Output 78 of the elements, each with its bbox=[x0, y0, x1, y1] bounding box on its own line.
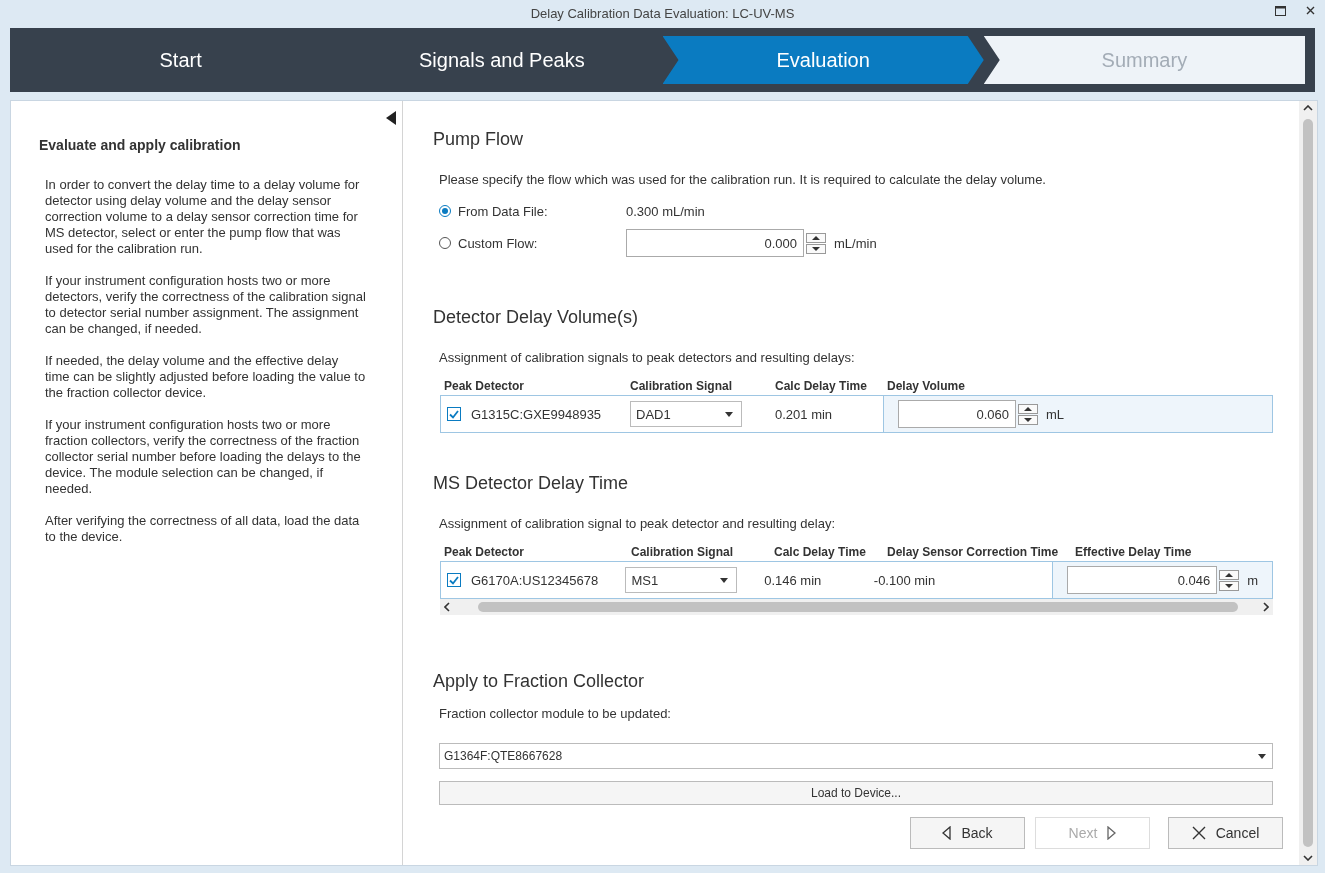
spin-up-button[interactable] bbox=[806, 232, 826, 243]
unit-label: m bbox=[1247, 572, 1258, 588]
table-cell: 0.146 min bbox=[764, 572, 822, 588]
spin-up-button[interactable] bbox=[1219, 569, 1240, 580]
close-icon bbox=[1191, 826, 1206, 840]
section-title: MS Detector Delay Time bbox=[433, 473, 630, 494]
signal-dropdown[interactable]: DAD1 bbox=[630, 401, 742, 427]
help-paragraph: In order to convert the delay time to a delay volume for detector using delay volume and the delay sensor correction volume to a delay sensor correction time for MS detector, select or enter the pump flow that was used for the calibration run. bbox=[45, 177, 361, 257]
radio-label: Custom Flow: bbox=[458, 235, 539, 251]
wizard-step[interactable]: Evaluation bbox=[662, 36, 984, 84]
checkbox[interactable] bbox=[447, 407, 461, 421]
dropdown-caret-icon bbox=[720, 577, 729, 583]
next-arrow-icon bbox=[1107, 826, 1117, 840]
spin-down-button[interactable] bbox=[1018, 414, 1038, 425]
cancel-button[interactable]: Cancel bbox=[1168, 817, 1283, 849]
column-header: Peak Detector bbox=[443, 379, 526, 393]
up-triangle-icon bbox=[811, 234, 821, 241]
help-title: Evaluate and apply calibration bbox=[39, 137, 242, 153]
wizard-step[interactable]: Signals and Peaks bbox=[341, 36, 663, 84]
section-title: Apply to Fraction Collector bbox=[433, 671, 646, 692]
spin-up-button[interactable] bbox=[1018, 403, 1038, 414]
window-title: Delay Calibration Data Evaluation: LC-UV-MS bbox=[530, 5, 795, 21]
help-paragraph: If your instrument configuration hosts two or more fraction collectors, verify the correctness of the fraction collector serial number before loading the delays to the device. The module selection can be changed, if needed. bbox=[45, 417, 362, 497]
wizard-step[interactable]: Start bbox=[20, 36, 342, 84]
unit-label: mL/min bbox=[834, 235, 877, 251]
back-button[interactable]: Back bbox=[910, 817, 1025, 849]
section-description: Please specify the flow which was used for the calibration run. It is required to calculate the delay volume. bbox=[439, 172, 1047, 187]
radio-label: From Data File: bbox=[458, 203, 549, 219]
section-description: Assignment of calibration signal to peak detector and resulting delay: bbox=[439, 516, 836, 531]
flow-value: 0.300 mL/min bbox=[626, 203, 705, 219]
horizontal-scrollbar[interactable] bbox=[440, 599, 1273, 615]
column-header: Delay Sensor Correction Time bbox=[886, 545, 1060, 559]
table-cell: 0.201 min bbox=[775, 406, 833, 422]
help-paragraph: If your instrument configuration hosts two or more detectors, verify the correctness of the calibration signal to detector serial number assignment. The assignment can be changed, if needed. bbox=[45, 273, 366, 337]
section-title: Pump Flow bbox=[433, 129, 525, 150]
scroll-down-icon[interactable] bbox=[1303, 855, 1313, 861]
down-triangle-icon bbox=[811, 245, 821, 252]
up-triangle-icon bbox=[1224, 571, 1235, 578]
dropdown-caret-icon bbox=[1258, 753, 1266, 759]
down-triangle-icon bbox=[1224, 582, 1235, 589]
collapse-icon[interactable] bbox=[386, 111, 396, 125]
section-description: Assignment of calibration signals to peak detectors and resulting delays: bbox=[439, 350, 856, 365]
column-header: Calibration Signal bbox=[630, 545, 734, 559]
column-header: Calibration Signal bbox=[629, 379, 733, 393]
column-header: Calc Delay Time bbox=[774, 379, 868, 393]
checkbox[interactable] bbox=[447, 573, 461, 587]
spin-down-button[interactable] bbox=[1219, 580, 1240, 591]
number-field[interactable]: 0.000 bbox=[626, 229, 804, 257]
signal-dropdown[interactable]: MS1 bbox=[625, 567, 738, 593]
scroll-thumb[interactable] bbox=[477, 602, 1238, 612]
detector-name: G1315C:GXE9948935 bbox=[471, 406, 602, 422]
down-triangle-icon bbox=[1023, 416, 1033, 423]
scroll-up-icon[interactable] bbox=[1303, 105, 1313, 111]
number-field[interactable]: 0.060 bbox=[898, 400, 1016, 428]
help-paragraph: If needed, the delay volume and the effective delay time can be slightly adjusted before loading the value to the fraction collector device. bbox=[45, 353, 366, 401]
column-header: Calc Delay Time bbox=[773, 545, 867, 559]
back-arrow-icon bbox=[942, 826, 952, 840]
close-icon[interactable] bbox=[1306, 6, 1315, 15]
section-title: Detector Delay Volume(s) bbox=[433, 307, 640, 328]
column-header: Delay Volume bbox=[886, 379, 966, 393]
spin-down-button[interactable] bbox=[806, 243, 826, 254]
maximize-icon[interactable] bbox=[1275, 6, 1286, 16]
scroll-left-icon[interactable] bbox=[444, 602, 450, 612]
vertical-scrollbar[interactable] bbox=[1299, 101, 1317, 865]
column-header: Effective Delay Time bbox=[1074, 545, 1193, 559]
section-description: Fraction collector module to be updated: bbox=[439, 706, 672, 721]
load-button[interactable]: Load to Device... bbox=[439, 781, 1273, 805]
scroll-right-icon[interactable] bbox=[1263, 602, 1269, 612]
scroll-thumb[interactable] bbox=[1303, 119, 1313, 847]
module-dropdown[interactable]: G1364F:QTE8667628 bbox=[439, 743, 1273, 769]
help-paragraph: After verifying the correctness of all data, load the data to the device. bbox=[45, 513, 361, 545]
unit-label: mL bbox=[1046, 406, 1065, 422]
column-header: Peak Detector bbox=[443, 545, 526, 559]
number-field[interactable]: 0.046 bbox=[1067, 566, 1218, 594]
table-cell: -0.100 min bbox=[873, 572, 936, 588]
dropdown-caret-icon bbox=[725, 411, 733, 417]
up-triangle-icon bbox=[1023, 405, 1033, 412]
detector-name: G6170A:US12345678 bbox=[471, 572, 599, 588]
